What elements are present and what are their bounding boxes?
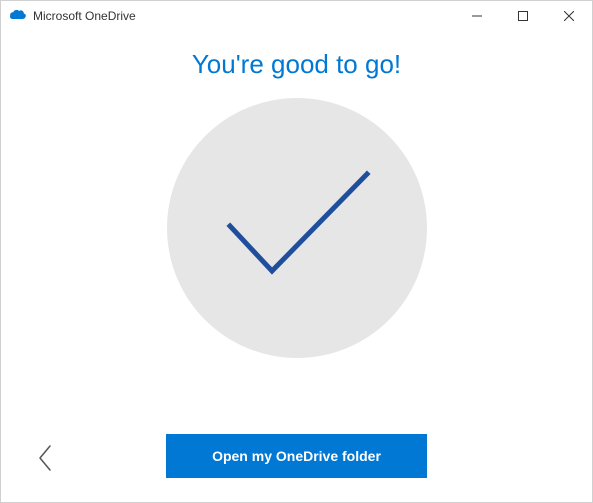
page-heading: You're good to go! [192,49,401,80]
minimize-button[interactable] [454,1,500,31]
window-controls [454,1,592,31]
success-circle [167,98,427,358]
close-button[interactable] [546,1,592,31]
onedrive-icon [9,7,27,25]
footer: Open my OneDrive folder [1,434,592,478]
checkmark-icon [212,156,382,301]
open-folder-button[interactable]: Open my OneDrive folder [166,434,427,478]
window-title: Microsoft OneDrive [33,9,136,23]
content-area: You're good to go! [1,31,592,358]
maximize-button[interactable] [500,1,546,31]
titlebar: Microsoft OneDrive [1,1,592,31]
titlebar-left: Microsoft OneDrive [9,7,136,25]
